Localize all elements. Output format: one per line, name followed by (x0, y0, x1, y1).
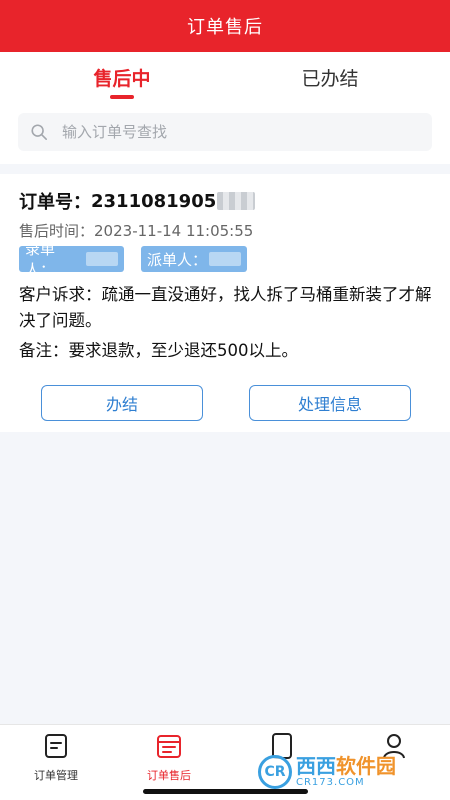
redacted-recorder (86, 252, 118, 266)
nav-order-aftersale[interactable]: 订单售后 (124, 733, 214, 783)
aftersale-time: 2023-11-14 11:05:55 (94, 222, 254, 240)
watermark-logo: CR (258, 755, 292, 789)
finish-button[interactable]: 办结 (41, 385, 203, 421)
search-input[interactable] (62, 123, 402, 141)
nav-order-manage-label: 订单管理 (34, 769, 78, 782)
dispatcher-label: 派单人： (147, 250, 208, 269)
app-header: 订单售后 (0, 0, 450, 52)
recorder-tag: 录单人： (19, 240, 124, 279)
order-number: 2311081905 (91, 190, 217, 212)
customer-complaint: 客户诉求：疏通一直没通好，找人拆了马桶重新装了才解决了问题。 (19, 285, 432, 330)
watermark-subtitle: CR173.COM (296, 777, 365, 788)
order-aftersale-icon (157, 735, 181, 758)
order-manage-icon (45, 734, 67, 758)
process-info-button[interactable]: 处理信息 (249, 385, 411, 421)
tab-in-progress[interactable]: 售后中 (42, 64, 202, 91)
search-bar[interactable] (18, 113, 432, 151)
redacted-dispatcher (209, 252, 241, 266)
search-icon (31, 124, 48, 141)
home-indicator[interactable] (143, 789, 308, 794)
order-remark: 备注：要求退款，至少退还500以上。 (19, 341, 298, 360)
nav-order-aftersale-label: 订单售后 (147, 769, 191, 782)
watermark-title-a: 西西 (296, 754, 336, 778)
order-card[interactable]: 订单号： 2311081905 售后时间：2023-11-14 11:05:55… (0, 174, 450, 432)
tab-completed[interactable]: 已办结 (250, 64, 410, 91)
order-number-label: 订单号： (19, 192, 91, 213)
site-watermark: CR 西西软件园 CR173.COM (258, 752, 448, 792)
redacted-digits (217, 192, 256, 210)
watermark-title-b: 软件园 (336, 754, 396, 778)
order-number-row: 订单号： 2311081905 (19, 188, 256, 214)
watermark-title: 西西软件园 (296, 756, 396, 776)
recorder-label: 录单人： (25, 240, 56, 279)
tabs-area: 售后中 已办结 (0, 52, 450, 164)
active-tab-indicator (110, 95, 134, 99)
page-title: 订单售后 (187, 17, 263, 38)
dispatcher-tag: 派单人： (141, 246, 247, 272)
nav-order-manage[interactable]: 订单管理 (11, 733, 101, 783)
